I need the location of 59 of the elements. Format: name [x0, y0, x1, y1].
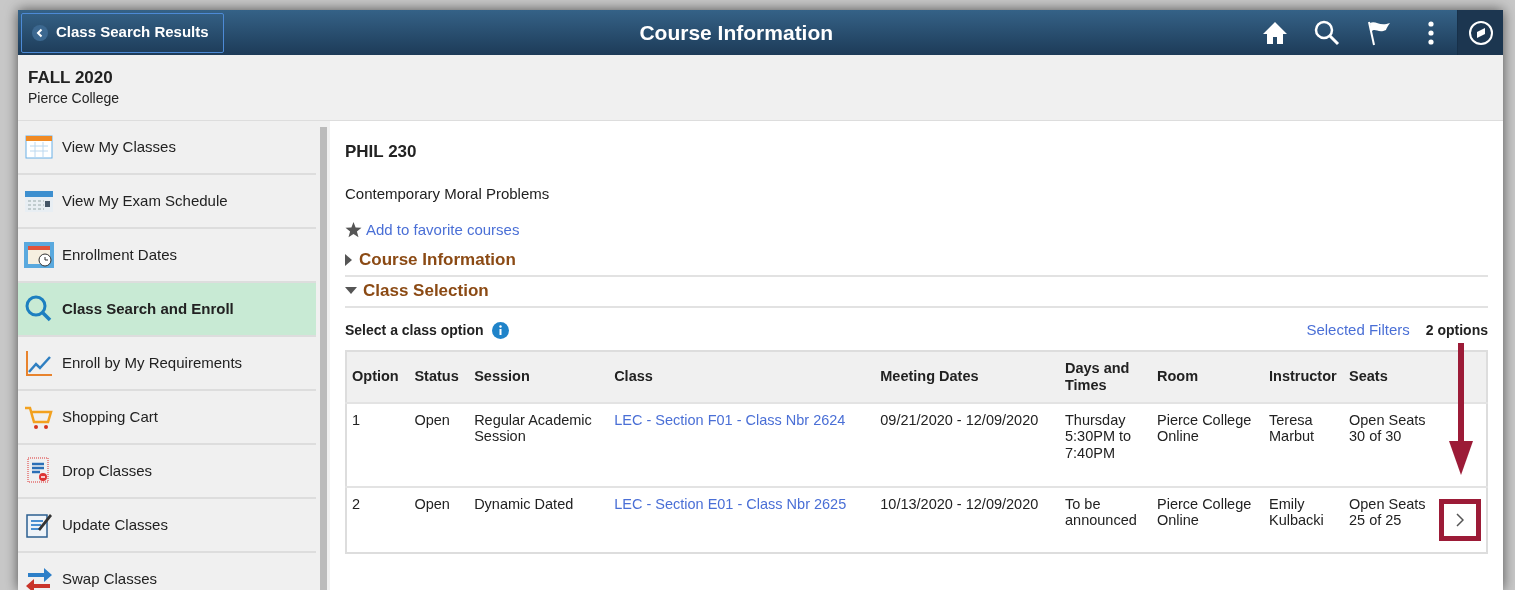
back-button[interactable]: Class Search Results	[21, 12, 224, 53]
home-icon	[1262, 20, 1288, 45]
more-icon	[1427, 20, 1435, 45]
table-cell: 09/21/2020 - 12/09/2020	[880, 411, 1039, 428]
navigator-button[interactable]	[1457, 10, 1503, 55]
calendar-clock-icon	[24, 240, 54, 270]
table-cell: 1	[352, 411, 361, 428]
page-title: Course Information	[638, 19, 835, 46]
table-cell: Open Seats 30 of 30	[1349, 411, 1426, 445]
table-cell: Pierce College Online	[1157, 411, 1252, 445]
column-header: Option	[346, 350, 410, 403]
section-header[interactable]: Course Information	[345, 245, 1488, 277]
sidebar-item[interactable]: View My Exam Schedule	[18, 175, 316, 229]
column-header: Seats	[1344, 350, 1436, 403]
column-header: Status	[409, 350, 470, 403]
sidebar-item[interactable]: View My Classes	[18, 121, 316, 175]
star-icon	[345, 222, 362, 239]
back-icon	[32, 24, 48, 41]
institution-name: Pierce College	[28, 88, 121, 108]
table-cell: Pierce College Online	[1157, 495, 1252, 529]
table-cell: 10/13/2020 - 12/09/2020	[880, 495, 1039, 512]
sidebar-item[interactable]: Update Classes	[18, 499, 316, 553]
chart-icon	[24, 348, 54, 378]
column-header: Days and Times	[1060, 350, 1152, 403]
favorite-link[interactable]: Add to favorite courses	[366, 219, 520, 242]
table-cell: Open	[414, 495, 450, 512]
table-cell: Open	[414, 411, 450, 428]
table-cell: Regular Academic Session	[474, 411, 592, 445]
class-link[interactable]: LEC - Section E01 - Class Nbr 2625	[614, 495, 847, 512]
column-header: Class	[609, 350, 876, 403]
course-code: PHIL 230	[345, 141, 418, 163]
flag-icon	[1366, 19, 1392, 46]
class-link[interactable]: LEC - Section F01 - Class Nbr 2624	[614, 411, 846, 428]
table-cell: To be announced	[1065, 495, 1137, 529]
column-header: Meeting Dates	[875, 350, 1060, 403]
option-prompt: Select a class option	[345, 321, 484, 340]
filters-link[interactable]: Selected Filters	[1306, 319, 1410, 342]
table-cell: 2	[352, 495, 361, 512]
options-count: 2 options	[1425, 321, 1488, 340]
column-header: Session	[469, 350, 610, 403]
course-title: Contemporary Moral Problems	[345, 183, 551, 204]
row-open-button[interactable]	[1441, 500, 1479, 539]
column-header: Room	[1152, 350, 1264, 403]
table-cell: Emily Kulbacki	[1269, 495, 1324, 529]
sidebar-item[interactable]: Class Search and Enroll	[18, 283, 316, 337]
table-cell: Thursday 5:30PM to 7:40PM	[1065, 411, 1132, 461]
search-icon	[1314, 19, 1340, 46]
compass-icon	[1467, 19, 1494, 46]
scrollbar[interactable]	[319, 127, 327, 590]
section-header[interactable]: Class Selection	[345, 276, 1488, 308]
calendar-icon	[24, 132, 54, 162]
search-icon	[24, 294, 54, 324]
table-cell: Dynamic Dated	[474, 495, 574, 512]
chevron-right-icon	[1456, 512, 1464, 527]
table-cell: Teresa Marbut	[1269, 411, 1315, 445]
table-cell: Open Seats 25 of 25	[1349, 495, 1426, 529]
term-name: FALL 2020	[28, 69, 114, 88]
info-icon[interactable]	[491, 322, 509, 339]
column-header: Instructor	[1264, 350, 1344, 403]
